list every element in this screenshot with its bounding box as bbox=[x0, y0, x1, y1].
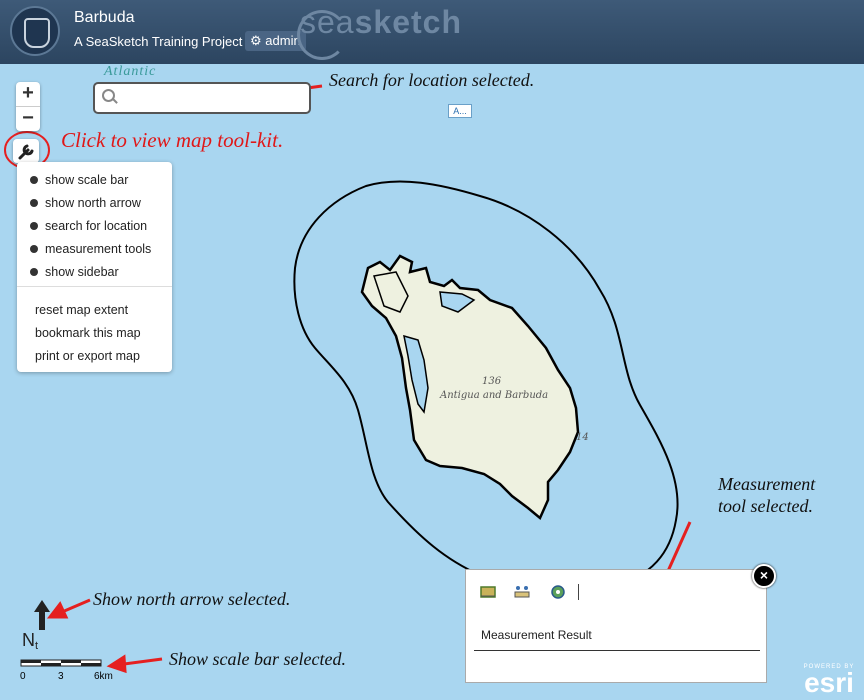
elevation-label: 136 bbox=[482, 376, 502, 387]
scale-tick-3: 3 bbox=[58, 671, 64, 682]
project-title[interactable]: Barbuda bbox=[74, 9, 135, 27]
menu-item-label: reset map extent bbox=[35, 303, 129, 317]
scale-tick-0: 0 bbox=[20, 671, 26, 682]
wrench-icon bbox=[18, 144, 34, 160]
admin-label: admin bbox=[265, 33, 301, 48]
menu-item-label: print or export map bbox=[35, 349, 140, 363]
menu-item-search-for-location[interactable]: search for location bbox=[17, 216, 172, 236]
annotation-search: Search for location selected. bbox=[329, 70, 535, 90]
university-seal-icon[interactable] bbox=[10, 6, 60, 56]
menu-item-measurement-tools[interactable]: measurement tools bbox=[17, 239, 172, 259]
menu-item-show-sidebar[interactable]: show sidebar bbox=[17, 262, 172, 282]
toggle-on-icon bbox=[30, 222, 38, 230]
menu-item-label: search for location bbox=[45, 219, 148, 233]
menu-item-label: show north arrow bbox=[45, 196, 141, 210]
scale-tick-6km: 6km bbox=[94, 671, 113, 682]
brand-prefix: sea bbox=[300, 4, 355, 40]
toolbar-separator bbox=[578, 584, 579, 600]
location-icon[interactable] bbox=[550, 584, 566, 600]
menu-item-bookmark-this-map[interactable]: bookmark this map bbox=[17, 323, 172, 343]
menu-divider bbox=[17, 286, 172, 287]
annotation-scale-bar: Show scale bar selected. bbox=[169, 649, 346, 669]
toggle-on-icon bbox=[30, 176, 38, 184]
menu-item-label: bookmark this map bbox=[35, 326, 141, 340]
menu-item-reset-map-extent[interactable]: reset map extent bbox=[17, 300, 172, 320]
gear-icon: ⚙ bbox=[250, 33, 262, 48]
scale-bar-graphic bbox=[20, 659, 102, 667]
zoom-control: + − bbox=[16, 82, 40, 131]
map-toolkit-button[interactable] bbox=[13, 139, 39, 163]
menu-item-show-north-arrow[interactable]: show north arrow bbox=[17, 193, 172, 213]
menu-item-show-scale-bar[interactable]: show scale bar bbox=[17, 170, 172, 190]
country-label: Antigua and Barbuda bbox=[440, 390, 549, 401]
annotation-measurement-line2: tool selected. bbox=[718, 496, 813, 516]
small-map-label: 14 bbox=[576, 432, 589, 443]
brand-suffix: sketch bbox=[354, 4, 462, 40]
location-search-box[interactable] bbox=[93, 82, 311, 114]
menu-item-label: measurement tools bbox=[45, 242, 152, 256]
distance-measure-icon[interactable] bbox=[514, 584, 530, 600]
search-icon-handle bbox=[112, 98, 118, 104]
north-arrow: N t bbox=[22, 598, 62, 654]
toggle-on-icon bbox=[30, 268, 38, 276]
area-measure-icon[interactable] bbox=[480, 584, 496, 600]
esri-logo[interactable]: POWERED BY esri bbox=[798, 664, 860, 698]
zoom-in-button[interactable]: + bbox=[16, 82, 40, 106]
measurement-result-divider bbox=[474, 650, 760, 651]
app-header: Barbuda A SeaSketch Training Project ⚙ a… bbox=[0, 0, 864, 64]
annotation-measurement-line1: Measurement bbox=[718, 474, 816, 494]
close-measurement-button[interactable]: × bbox=[752, 564, 776, 588]
menu-item-label: show sidebar bbox=[45, 265, 119, 279]
ocean-label: Atlantic bbox=[104, 64, 157, 79]
project-subtitle: A SeaSketch Training Project bbox=[74, 34, 242, 49]
north-letter: N bbox=[22, 630, 35, 650]
north-subscript: t bbox=[35, 640, 39, 652]
menu-item-print-or-export-map[interactable]: print or export map bbox=[17, 346, 172, 366]
annotation-north-arrow: Show north arrow selected. bbox=[93, 589, 291, 609]
map-toolkit-menu: show scale bar show north arrow search f… bbox=[17, 162, 172, 372]
measurement-result-label: Measurement Result bbox=[481, 628, 592, 642]
toggle-on-icon bbox=[30, 199, 38, 207]
seasketch-logo: seasketch bbox=[300, 4, 462, 41]
north-arrow-icon bbox=[34, 600, 50, 630]
measurement-panel: Measurement Result bbox=[465, 569, 767, 683]
project-subtitle-text: A SeaSketch Training Project bbox=[74, 34, 243, 49]
menu-item-label: show scale bar bbox=[45, 173, 129, 187]
scale-bar: 0 3 6km bbox=[20, 659, 140, 689]
toggle-on-icon bbox=[30, 245, 38, 253]
attribution-chip[interactable]: A... bbox=[448, 104, 472, 118]
search-input[interactable] bbox=[123, 88, 307, 110]
esri-name: esri bbox=[804, 667, 854, 698]
zoom-out-button[interactable]: − bbox=[16, 106, 40, 131]
annotation-toolkit: Click to view map tool-kit. bbox=[61, 128, 284, 152]
